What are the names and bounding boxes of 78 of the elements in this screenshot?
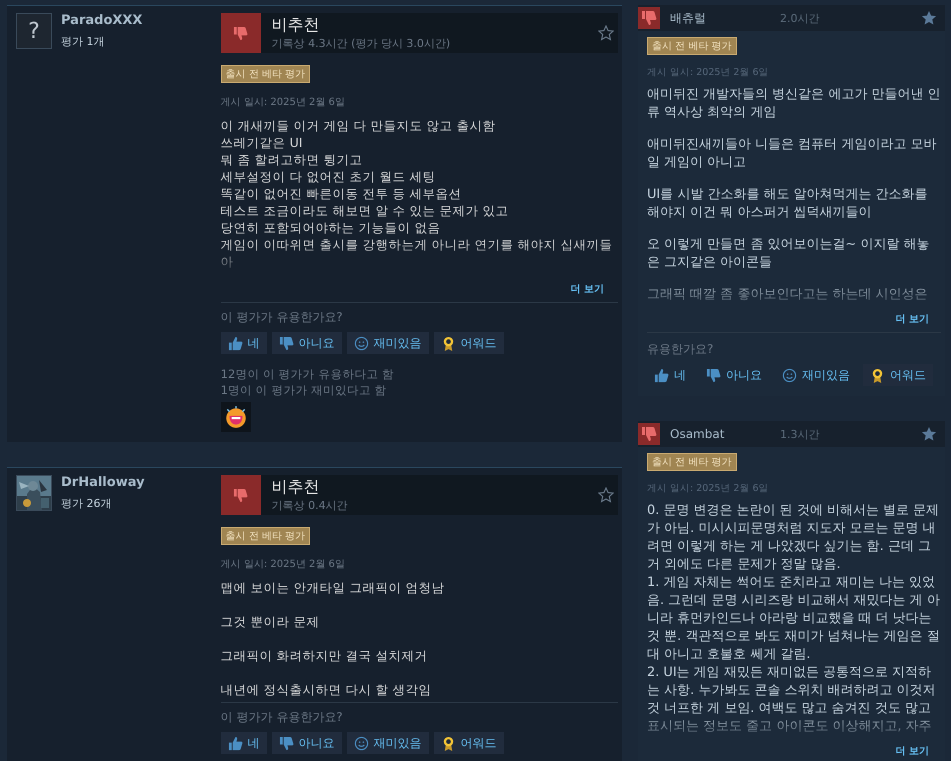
verdict-label: 비추천	[272, 477, 321, 498]
review-text-line: 게임이 이따위면 출시를 강행하는게 아니라 연기를 해야지 십새끼들아	[220, 236, 614, 270]
review-text-line: 이 개새끼들 이거 게임 다 만들지도 않고 출시함	[220, 117, 496, 134]
review-text-line: 맵에 보이는 안개타일 그래픽이 엄청남	[220, 579, 446, 596]
beta-review-tag: 출시 전 베타 평가	[647, 453, 737, 471]
review-text-line: 애미뒤진새끼들아 니들은 컴퓨터 게임이라고 모바일 게임이 아니고	[647, 136, 938, 172]
award-vote-button[interactable]: 어워드	[863, 364, 933, 386]
vote-tally: 1명이 이 평가가 재미있다고 함	[220, 382, 388, 398]
thumbs-up-icon	[654, 368, 669, 382]
playtime-text: 2.0시간	[780, 10, 820, 26]
yes-vote-button[interactable]: 네	[220, 732, 267, 754]
no-vote-button[interactable]: 아니요	[272, 332, 342, 354]
posted-date: 게시 일시: 2025년 2월 6일	[220, 558, 346, 571]
star-outline-icon[interactable]	[598, 487, 614, 503]
posted-date: 게시 일시: 2025년 2월 6일	[220, 96, 346, 109]
review-text-line: 애미뒤진 개발자들의 병신같은 에고가 만들어낸 인류 역사상 최악의 게임	[647, 86, 941, 122]
placeholder-avatar[interactable]: ?	[16, 13, 52, 49]
playtime-text: 1.3시간	[780, 426, 820, 442]
read-more-link[interactable]: 더 보기	[896, 312, 929, 326]
review-text-line: 쓰레기같은 UI	[220, 134, 304, 151]
beta-review-tag: 출시 전 베타 평가	[220, 65, 310, 83]
reviewer-name[interactable]: DrHalloway	[61, 475, 145, 490]
star-icon[interactable]	[921, 426, 937, 442]
review-text-line: 2. UI는 게임 재밌든 재미없든 공통적으로 지적하는 사항. 누가봐도 콘솔 스위치 배려하려고 이것저것 너프한 게 보임. 여백도 많고 숨겨진 것도 많고 표시되는 정보도 줄고 아이콘도 이상해지고, 자주	[647, 664, 937, 736]
thumbs-down-icon	[233, 26, 248, 40]
playtime-text: 기록상 0.4시간	[272, 498, 349, 513]
no-vote-button[interactable]: 아니요	[272, 732, 342, 754]
yes-vote-button[interactable]: 네	[220, 332, 267, 354]
review-text-line: 1. 게임 자체는 썩어도 준치라고 재미는 나는 있었음. 그런데 문명 시리즈랑 비교해서 재밌다는 게 아니라 휴먼카인드나 아라랑 비교했을 때 더 낫다는 것 뿐. 객관적으로 봐도 재미가 넘쳐나는 게임은 절대 아니고 호불호 쎄게 갈림.	[647, 574, 941, 664]
review-count[interactable]: 평가 26개	[61, 496, 145, 511]
review-text-line: 그래픽이 화려하지만 결국 설치제거	[220, 647, 429, 664]
review-text-line: 오 이렇게 만들면 좀 있어보이는걸~ 이지랄 해놓은 그지같은 아이콘들	[647, 236, 930, 272]
read-more-link[interactable]: 더 보기	[896, 744, 929, 758]
thumbs-down-icon	[706, 368, 721, 382]
review-text-line: 내년에 정식출시하면 다시 할 생각임	[220, 681, 433, 698]
vote-tally: 12명이 이 평가가 유용하다고 함	[220, 366, 395, 382]
award-ribbon-icon	[870, 368, 885, 382]
thumbs-up-icon	[228, 336, 243, 350]
review-text-line: 똑같이 없어진 빠른이동 전투 등 세부옵션	[220, 185, 463, 202]
helpful-question: 이 평가가 유용한가요?	[220, 709, 344, 726]
posted-date: 게시 일시: 2025년 2월 6일	[647, 66, 770, 79]
thumbs-down-icon	[278, 336, 294, 350]
smiley-icon	[354, 736, 369, 750]
laughing-award-icon	[220, 402, 251, 432]
review-count[interactable]: 평가 1개	[61, 34, 142, 49]
review-text-line: 뭐 좀 할려고하면 튕기고	[220, 151, 364, 168]
no-vote-button[interactable]: 아니요	[699, 364, 769, 386]
yes-vote-button[interactable]: 네	[647, 364, 693, 386]
funny-vote-button[interactable]: 재미있음	[346, 732, 429, 754]
helpful-question: 유용한가요?	[647, 341, 714, 358]
reviewer-name[interactable]: ParadoXXX	[61, 13, 142, 28]
review-text-line: 세부설정이 다 없어진 초기 월드 세팅	[220, 168, 437, 185]
review-text-line: 테스트 조금이라도 해보면 알 수 있는 문제가 있고	[220, 202, 510, 219]
review-text-line: 그것 뿐이라 문제	[220, 613, 321, 630]
smiley-icon	[782, 368, 797, 382]
beta-review-tag: 출시 전 베타 평가	[647, 37, 737, 55]
review-text-line: 그래픽 때깔 좀 좋아보인다고는 하는데 시인성은	[647, 286, 928, 304]
beta-review-tag: 출시 전 베타 평가	[220, 527, 310, 545]
funny-vote-button[interactable]: 재미있음	[346, 332, 429, 354]
thumbs-down-icon	[278, 736, 294, 750]
smiley-icon	[354, 336, 369, 350]
posted-date: 게시 일시: 2025년 2월 6일	[647, 482, 770, 495]
reviewer-name[interactable]: 배츄럴	[670, 10, 780, 26]
helpful-question: 이 평가가 유용한가요?	[220, 309, 344, 326]
review-text-line: 당연히 포함되어야하는 기능들이 없음	[220, 219, 442, 236]
reviewer-name[interactable]: Osambat	[670, 427, 780, 441]
review-text-line: UI를 시발 간소화를 해도 알아쳐먹게는 간소화를 해야지 이건 뭐 아스퍼거 씹덕새끼들이	[647, 186, 929, 222]
read-more-link[interactable]: 더 보기	[570, 282, 604, 296]
award-vote-button[interactable]: 어워드	[434, 332, 504, 354]
thumbs-up-icon	[228, 736, 243, 750]
funny-vote-button[interactable]: 재미있음	[775, 364, 857, 386]
review-text-line: 0. 문명 변경은 논란이 된 것에 비해서는 별로 문제가 아님. 미시시피문명처럼 지도자 모르는 문명 내려면 이렇게 하는 게 나았겠다 싶기는 함. 근데 그거 외에도 다른 문제가 정말 많음.	[647, 502, 940, 574]
verdict-label: 비추천	[272, 15, 321, 36]
thumbs-down-icon	[233, 488, 248, 502]
award-vote-button[interactable]: 어워드	[434, 732, 504, 754]
star-icon[interactable]	[921, 10, 937, 26]
star-outline-icon[interactable]	[598, 25, 614, 41]
playtime-text: 기록상 4.3시간 (평가 당시 3.0시간)	[272, 36, 452, 51]
